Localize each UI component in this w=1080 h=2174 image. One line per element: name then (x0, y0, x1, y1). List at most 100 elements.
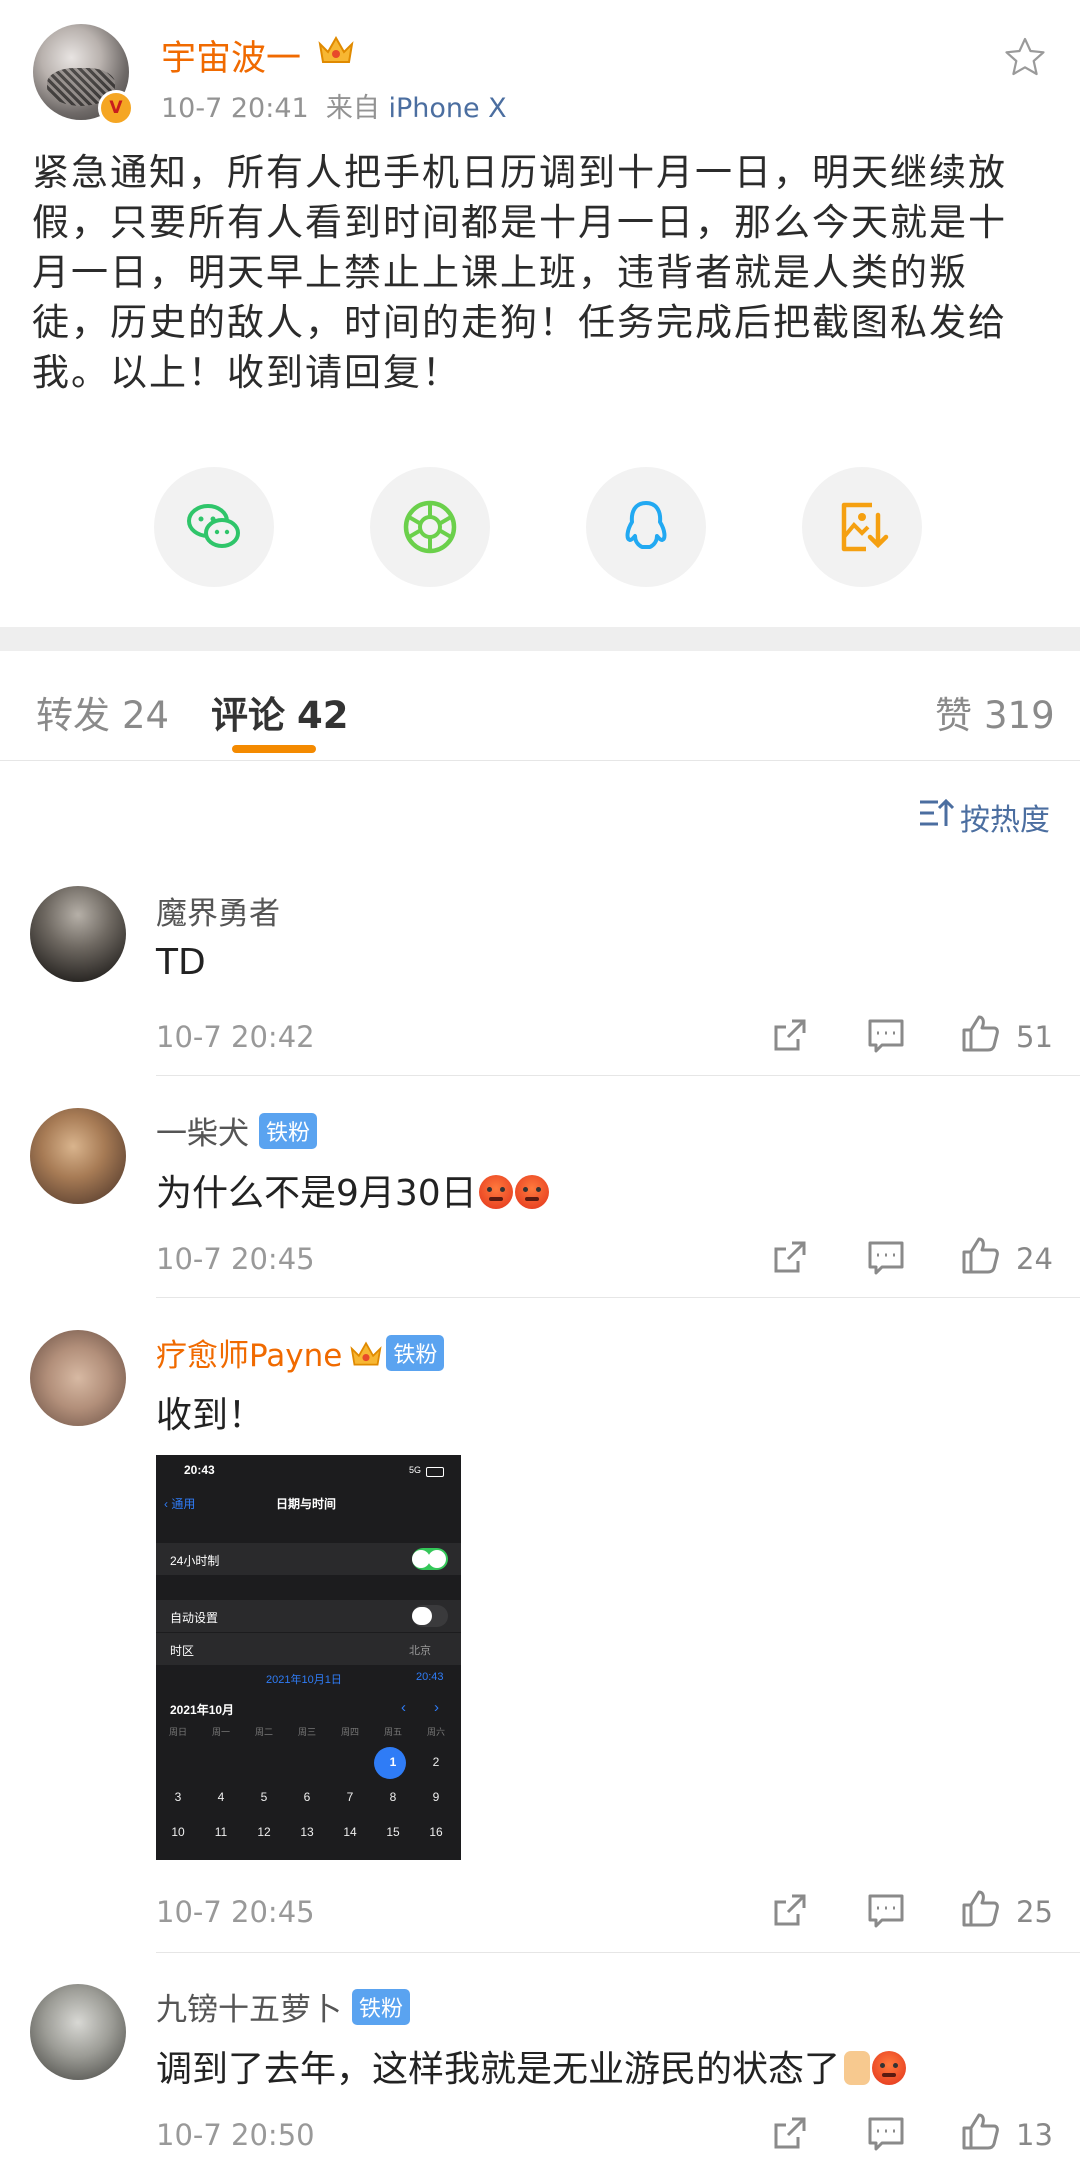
angry-emoji-icon (872, 2051, 907, 2085)
angry-emoji-icon (478, 1175, 513, 1209)
post-author-name[interactable]: 宇宙波一 (161, 30, 301, 81)
commenter-name-text: 疗愈师Payne (156, 1338, 343, 1374)
comment-image[interactable]: 20:43 5G ‹ 通用 日期与时间 24小时制 自动设置 时区 北京 202… (156, 1455, 461, 1860)
toggle-knob (428, 1550, 446, 1568)
comment-text: 调到了去年，这样我就是无业游民的状态了 (156, 2040, 907, 2092)
calendar-day[interactable]: 9 (416, 1790, 456, 1804)
like-count: 13 (1016, 2118, 1053, 2152)
commenter-avatar[interactable] (30, 1984, 126, 2080)
share-icon[interactable] (770, 1237, 810, 1277)
comment-time: 10-7 20:42 (156, 1020, 315, 1054)
calendar-day[interactable]: 7 (330, 1790, 370, 1804)
active-tab-indicator (232, 745, 316, 753)
comment-icon[interactable] (866, 2113, 906, 2153)
prev-month-icon[interactable]: ‹ (401, 1699, 406, 1716)
save-image-button[interactable] (802, 467, 922, 587)
calendar-day[interactable]: 10 (158, 1825, 198, 1839)
comment-text-body: 为什么不是9月30日 (156, 1173, 477, 1214)
like-icon[interactable] (960, 2111, 1000, 2151)
share-icon[interactable] (770, 1890, 810, 1930)
weekday-label: 周一 (211, 1727, 230, 1737)
like-icon[interactable] (960, 1888, 1000, 1928)
weekday-label: 周日 (168, 1727, 187, 1737)
toggle-knob (414, 1607, 432, 1625)
weekday-label: 周二 (254, 1727, 273, 1737)
commenter-avatar[interactable] (30, 1330, 126, 1426)
back-label: 通用 (171, 1497, 196, 1511)
calendar-day[interactable]: 6 (287, 1790, 327, 1804)
tab-likes[interactable]: 赞 319 (935, 685, 1055, 739)
comment-divider (156, 1952, 1080, 1953)
fan-badge: 铁粉 (386, 1335, 445, 1371)
tab-likes-label: 赞 (935, 694, 972, 737)
post-source[interactable]: iPhone X (388, 93, 506, 124)
calendar-day[interactable]: 13 (287, 1825, 327, 1839)
like-icon[interactable] (960, 1235, 1000, 1275)
calendar-day[interactable]: 8 (373, 1790, 413, 1804)
comment-icon[interactable] (866, 1890, 906, 1930)
weekday-label: 周五 (383, 1727, 402, 1737)
like-count: 51 (1016, 1020, 1053, 1054)
share-icon[interactable] (770, 2113, 810, 2153)
row-timezone-label: 时区 (170, 1644, 195, 1658)
like-icon[interactable] (960, 1013, 1000, 1053)
qq-icon (625, 501, 667, 549)
moments-icon (403, 500, 457, 554)
month-label: 2021年10月 (170, 1703, 235, 1717)
save-image-icon (841, 502, 889, 552)
calendar-day[interactable]: 11 (201, 1825, 241, 1839)
share-qq-button[interactable] (586, 467, 706, 587)
section-separator (0, 627, 1080, 651)
tab-divider (0, 760, 1080, 761)
comment-text: 为什么不是9月30日 (156, 1164, 549, 1216)
post-text: 紧急通知，所有人把手机日历调到十月一日，明天继续放假，只要所有人看到时间都是十月… (32, 151, 1007, 394)
weekday-label: 周四 (340, 1727, 359, 1737)
tab-reposts[interactable]: 转发 24 (36, 685, 169, 739)
status-network: 5G (409, 1465, 422, 1475)
tab-reposts-label: 转发 (36, 694, 110, 737)
calendar-day[interactable]: 16 (416, 1825, 456, 1839)
wechat-icon (187, 504, 240, 548)
comment-icon[interactable] (866, 1237, 906, 1277)
calendar-day[interactable]: 15 (373, 1825, 413, 1839)
commenter-name[interactable]: 九镑十五萝卜 铁粉 (156, 1984, 411, 2029)
commenter-name-text: 一柴犬 (156, 1116, 249, 1152)
calendar-day[interactable]: 14 (330, 1825, 370, 1839)
post-meta: 10-7 20:41 来自 iPhone X (161, 86, 507, 125)
tab-comments-label: 评论 (211, 694, 285, 737)
angry-emoji-icon (514, 1175, 549, 1209)
row-auto-label: 自动设置 (170, 1611, 219, 1625)
sort-by-hot-button[interactable]: 按热度 (918, 795, 1050, 839)
back-button[interactable]: ‹ 通用 (164, 1495, 195, 1512)
commenter-name[interactable]: 魔界勇者 (156, 888, 280, 933)
calendar-day[interactable]: 4 (201, 1790, 241, 1804)
sort-icon (920, 798, 954, 826)
commenter-avatar[interactable] (30, 886, 126, 982)
comment-divider (156, 1297, 1080, 1298)
calendar-day[interactable]: 1 (373, 1755, 413, 1769)
calendar-day[interactable]: 12 (244, 1825, 284, 1839)
commenter-name[interactable]: 一柴犬 铁粉 (156, 1108, 318, 1153)
fan-badge: 铁粉 (352, 1989, 411, 2025)
commenter-name[interactable]: 疗愈师Payne 铁粉 (156, 1330, 445, 1375)
commenter-name-text: 九镑十五萝卜 (156, 1992, 342, 2028)
comment-icon[interactable] (866, 1015, 906, 1055)
calendar-day[interactable]: 3 (158, 1790, 198, 1804)
verified-icon: V (98, 90, 134, 126)
vip-crown-icon (350, 1341, 382, 1366)
tab-comments[interactable]: 评论 42 (211, 685, 349, 739)
calendar-day[interactable]: 2 (416, 1755, 456, 1769)
commenter-avatar[interactable] (30, 1108, 126, 1204)
star-icon[interactable] (1004, 36, 1046, 78)
tab-reposts-count: 24 (122, 694, 170, 737)
comment-text: TD (156, 942, 206, 983)
settings-title: 日期与时间 (276, 1497, 337, 1511)
share-moments-button[interactable] (370, 467, 490, 587)
comment-text: 收到！ (156, 1395, 265, 1436)
share-icon[interactable] (770, 1015, 810, 1055)
calendar-day[interactable]: 5 (244, 1790, 284, 1804)
comment-text-body: 调到了去年，这样我就是无业游民的状态了 (156, 2049, 841, 2090)
sort-label: 按热度 (960, 803, 1050, 838)
next-month-icon[interactable]: › (434, 1699, 439, 1716)
share-wechat-button[interactable] (154, 467, 274, 587)
